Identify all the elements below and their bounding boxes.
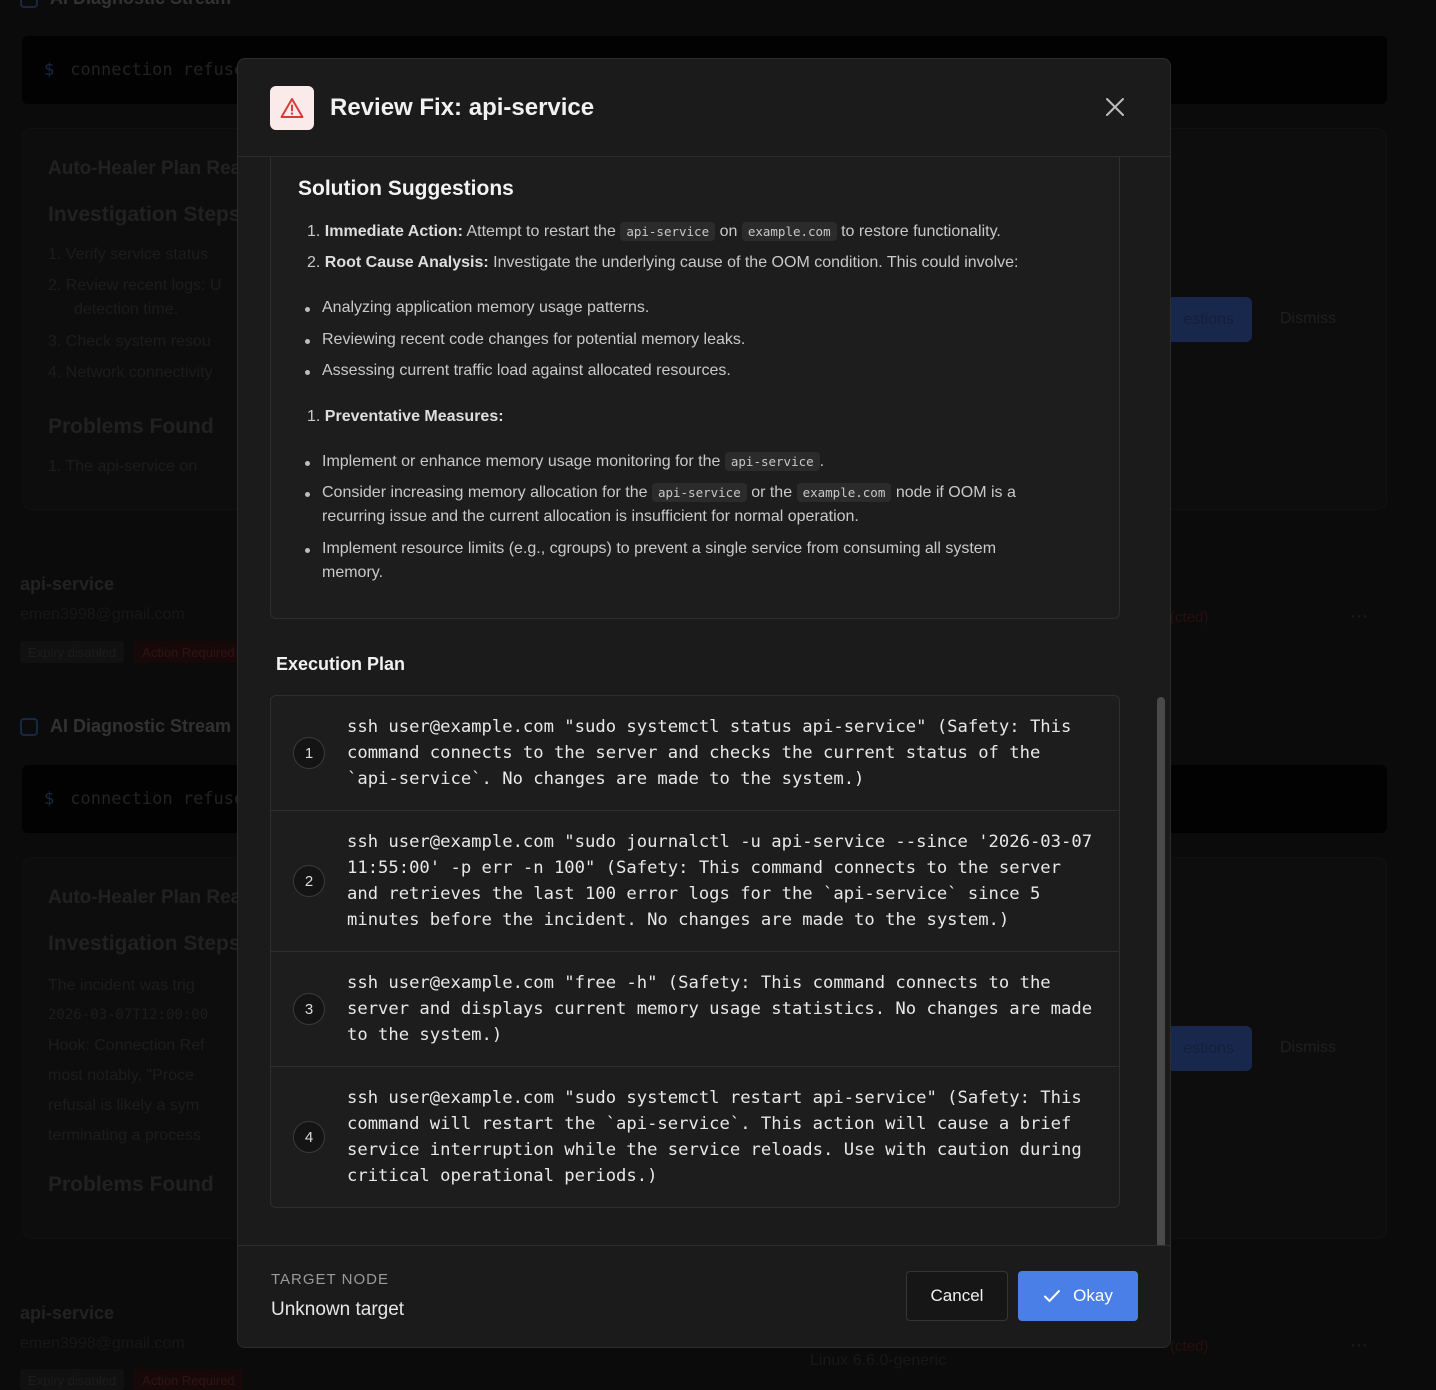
bullet-icon: [305, 307, 310, 312]
step-number: 1: [293, 737, 325, 769]
item-text: Investigate the underlying cause of the …: [493, 254, 1019, 271]
item-text: Consider increasing memory allocation fo…: [322, 484, 648, 501]
item-text: or the: [751, 484, 793, 501]
ordered-item-preventative: 1. Preventative Measures:: [307, 408, 504, 426]
list-number: 2.: [307, 254, 321, 271]
review-fix-modal: Review Fix: api-service Solution Suggest…: [237, 58, 1171, 1348]
bullet-icon: [305, 339, 310, 344]
target-node-label: TARGET NODE: [271, 1271, 389, 1288]
execution-step: 4 ssh user@example.com "sudo systemctl r…: [271, 1067, 1119, 1207]
inline-code: api-service: [620, 222, 716, 241]
bullet-item: Implement resource limits (e.g., cgroups…: [322, 540, 997, 557]
item-text: Attempt to restart the: [466, 223, 616, 240]
item-bold-label: Preventative Measures:: [324, 408, 504, 425]
okay-button[interactable]: Okay: [1018, 1271, 1138, 1321]
step-command: ssh user@example.com "sudo systemctl sta…: [347, 717, 1082, 789]
item-text: node if OOM is a: [895, 484, 1016, 501]
modal-title: Review Fix: api-service: [330, 93, 595, 121]
step-number: 4: [293, 1121, 325, 1153]
ordered-item-root-cause: 2. Root Cause Analysis: Investigate the …: [307, 254, 1018, 272]
execution-plan-title: Execution Plan: [276, 654, 406, 674]
inline-code: api-service: [651, 483, 747, 502]
check-icon: [1044, 1290, 1061, 1302]
bullet-icon: [305, 492, 310, 497]
scrollbar[interactable]: [1157, 697, 1165, 1247]
inline-code: api-service: [724, 452, 820, 471]
step-command: ssh user@example.com "free -h" (Safety: …: [347, 973, 1103, 1045]
step-command: ssh user@example.com "sudo journalctl -u…: [347, 832, 1103, 930]
solution-title: Solution Suggestions: [298, 177, 514, 200]
execution-step: 1 ssh user@example.com "sudo systemctl s…: [271, 696, 1119, 811]
execution-step: 2 ssh user@example.com "sudo journalctl …: [271, 811, 1119, 952]
item-text: on: [719, 223, 738, 240]
inline-code: example.com: [741, 222, 837, 241]
item-text: Implement or enhance memory usage monito…: [322, 453, 721, 470]
close-icon[interactable]: [1104, 96, 1126, 118]
modal-body[interactable]: Solution Suggestions 1. Immediate Action…: [238, 157, 1170, 1247]
warning-triangle-icon: [270, 85, 314, 130]
list-number: 1.: [307, 223, 321, 240]
inline-code: example.com: [796, 483, 892, 502]
bullet-item: Analyzing application memory usage patte…: [322, 299, 650, 316]
execution-step: 3 ssh user@example.com "free -h" (Safety…: [271, 952, 1119, 1067]
execution-steps-list: 1 ssh user@example.com "sudo systemctl s…: [270, 695, 1120, 1208]
target-node-value: Unknown target: [271, 1299, 405, 1320]
cancel-button[interactable]: Cancel: [906, 1271, 1008, 1321]
modal-header: Review Fix: api-service: [238, 59, 1170, 157]
step-number: 2: [293, 865, 325, 897]
list-number: 1.: [307, 408, 321, 425]
bullet-icon: [305, 461, 310, 466]
item-text: .: [819, 453, 825, 470]
okay-label: Okay: [1073, 1286, 1113, 1305]
step-number: 3: [293, 993, 325, 1025]
bullet-icon: [305, 548, 310, 553]
bullet-item: Assessing current traffic load against a…: [322, 362, 731, 379]
ordered-item-immediate-action: 1. Immediate Action: Attempt to restart …: [307, 222, 1001, 241]
modal-footer: TARGET NODE Unknown target Cancel Okay: [238, 1245, 1170, 1347]
bullet-item: Implement or enhance memory usage monito…: [322, 452, 825, 471]
step-command: ssh user@example.com "sudo systemctl res…: [347, 1088, 1093, 1186]
item-bold-label: Immediate Action:: [324, 223, 463, 240]
bullet-item-continued: memory.: [322, 564, 384, 581]
bullet-item: Consider increasing memory allocation fo…: [322, 483, 1016, 502]
bullet-item-continued: recurring issue and the current allocati…: [322, 508, 859, 525]
bullet-item: Reviewing recent code changes for potent…: [322, 331, 746, 348]
item-bold-label: Root Cause Analysis:: [324, 254, 489, 271]
bullet-icon: [305, 370, 310, 375]
item-text: to restore functionality.: [841, 223, 1001, 240]
